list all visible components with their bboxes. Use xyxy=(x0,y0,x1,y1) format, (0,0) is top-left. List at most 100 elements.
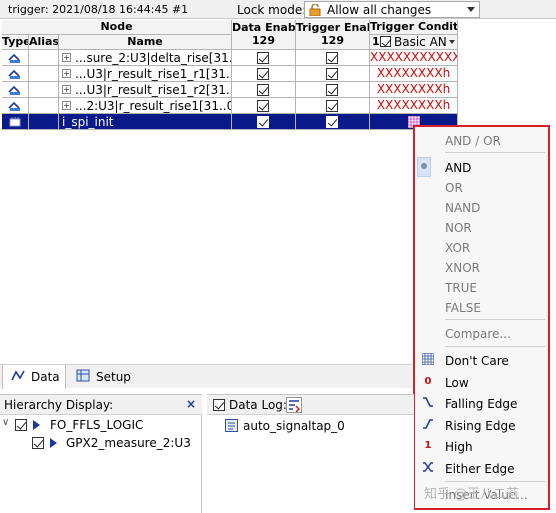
rising-edge-icon xyxy=(421,418,435,432)
close-icon[interactable]: × xyxy=(186,397,196,411)
trigger-enable-cell[interactable] xyxy=(296,50,370,66)
expand-icon[interactable]: + xyxy=(62,85,71,94)
entity-icon xyxy=(50,438,57,448)
table-row[interactable]: + ...sure_2:U3|delta_rise[31..0] xyxy=(59,50,232,66)
menu-item-nand[interactable]: NAND xyxy=(445,201,480,215)
node-name: ...U3|r_result_rise1_r1[31..0] xyxy=(75,67,232,81)
alias-cell[interactable] xyxy=(29,66,59,82)
log-settings-icon[interactable] xyxy=(286,397,302,413)
chevron-down-icon[interactable]: ∨ xyxy=(2,417,9,428)
trigger-enable-cell[interactable] xyxy=(296,66,370,82)
menu-item-falling-edge[interactable]: Falling Edge xyxy=(445,397,517,411)
trigger-mode-cell[interactable]: 1 Basic AN xyxy=(370,35,458,50)
trigger-condition-cell[interactable]: XXXXXXXXh xyxy=(370,82,458,98)
data-enable-checkbox[interactable] xyxy=(257,116,269,128)
node-name: ...U3|r_result_rise1_r2[31..0] xyxy=(75,83,232,97)
menu-item-nor[interactable]: NOR xyxy=(445,221,472,235)
menu-item-low[interactable]: Low xyxy=(445,376,469,390)
type-cell xyxy=(2,82,29,98)
data-enable-checkbox[interactable] xyxy=(257,52,269,64)
type-cell xyxy=(2,114,29,130)
trigger-enable-checkbox[interactable] xyxy=(326,116,338,128)
type-header[interactable]: Type xyxy=(2,35,29,50)
hierarchy-item-child[interactable]: GPX2_measure_2:U3 xyxy=(66,436,191,450)
table-row[interactable]: i_spi_init xyxy=(59,114,232,130)
expand-icon[interactable]: + xyxy=(62,69,71,78)
data-enable-cell[interactable] xyxy=(232,50,296,66)
hierarchy-checkbox-root[interactable] xyxy=(15,419,27,431)
tab-setup[interactable]: Setup xyxy=(70,365,136,389)
chevron-down-icon[interactable] xyxy=(449,40,455,44)
either-edge-icon xyxy=(421,461,435,475)
bus-icon xyxy=(8,69,20,79)
hierarchy-panel: Hierarchy Display: × ∨ FO_FFLS_LOGIC GPX… xyxy=(0,394,202,513)
trigger-enable-cell[interactable] xyxy=(296,98,370,114)
menu-item-or[interactable]: OR xyxy=(445,181,463,195)
hierarchy-item-root[interactable]: FO_FFLS_LOGIC xyxy=(50,418,143,432)
trigger-enable-checkbox[interactable] xyxy=(326,84,338,96)
alias-cell[interactable] xyxy=(29,114,59,130)
alias-header[interactable]: Alias xyxy=(29,35,59,50)
menu-item-xnor[interactable]: XNOR xyxy=(445,261,480,275)
alias-cell[interactable] xyxy=(29,98,59,114)
trigger-condition-cell[interactable]: XXXXXXXXh xyxy=(370,66,458,82)
menu-item-either-edge[interactable]: Either Edge xyxy=(445,462,515,476)
entity-icon xyxy=(33,420,40,430)
trigger-enable-cell[interactable] xyxy=(296,82,370,98)
table-row[interactable]: + ...U3|r_result_rise1_r1[31..0] xyxy=(59,66,232,82)
data-enable-checkbox[interactable] xyxy=(257,68,269,80)
data-enable-header[interactable]: Data Enable 129 xyxy=(232,20,296,50)
lock-mode-label: Lock mode: xyxy=(237,3,307,17)
input-pin-icon xyxy=(9,117,21,127)
alias-cell[interactable] xyxy=(29,82,59,98)
bus-icon xyxy=(8,53,20,63)
falling-edge-icon xyxy=(421,396,435,410)
hierarchy-checkbox-child[interactable] xyxy=(32,437,44,449)
low-icon: 0 xyxy=(424,376,432,387)
menu-item-false[interactable]: FALSE xyxy=(445,301,481,315)
trigger-enable-header[interactable]: Trigger Enable 129 xyxy=(296,20,370,50)
trigger-enable-checkbox[interactable] xyxy=(326,68,338,80)
trigger-enable-checkbox[interactable] xyxy=(326,100,338,112)
lock-mode-select[interactable]: Allow all changes xyxy=(304,1,480,18)
watermark: 知乎 @王八二苔 xyxy=(424,487,520,502)
data-enable-cell[interactable] xyxy=(232,98,296,114)
chevron-down-icon[interactable] xyxy=(467,7,475,12)
trigger-condition-cell[interactable]: XXXXXXXXh xyxy=(370,98,458,114)
trigger-conditions-header[interactable]: Trigger Conditions xyxy=(370,20,458,35)
lock-icon xyxy=(309,4,321,16)
menu-header-and-or: AND / OR xyxy=(445,134,501,148)
data-enable-cell[interactable] xyxy=(232,114,296,130)
radio-dot-icon xyxy=(421,163,427,169)
node-name: ...sure_2:U3|delta_rise[31..0] xyxy=(75,51,232,65)
basic-and-checkbox[interactable] xyxy=(380,36,391,47)
menu-item-xor[interactable]: XOR xyxy=(445,241,470,255)
tab-data[interactable]: Data xyxy=(2,365,66,389)
table-row[interactable]: + ...2:U3|r_result_rise1[31..0] xyxy=(59,98,232,114)
data-enable-cell[interactable] xyxy=(232,82,296,98)
trigger-condition-menu: AND / OR AND OR NAND NOR XOR XNOR TRUE FALSE Co… xyxy=(413,125,550,510)
expand-icon[interactable]: + xyxy=(62,53,71,62)
menu-item-rising-edge[interactable]: Rising Edge xyxy=(445,419,516,433)
trigger-condition-cell[interactable]: XXXXXXXXXXX xyxy=(370,50,458,66)
menu-item-compare[interactable]: Compare... xyxy=(445,327,511,341)
data-log-header: Data Log: xyxy=(207,395,414,415)
name-header[interactable]: Name xyxy=(59,35,232,50)
alias-cell[interactable] xyxy=(29,50,59,66)
data-enable-checkbox[interactable] xyxy=(257,84,269,96)
node-name: ...2:U3|r_result_rise1[31..0] xyxy=(75,99,232,113)
trigger-enable-checkbox[interactable] xyxy=(326,52,338,64)
data-enable-cell[interactable] xyxy=(232,66,296,82)
node-group-header: Node xyxy=(2,20,232,35)
menu-item-true[interactable]: TRUE xyxy=(445,281,477,295)
trigger-enable-cell[interactable] xyxy=(296,114,370,130)
condition-value: XXXXXXXXh xyxy=(376,98,451,112)
log-item[interactable]: auto_signaltap_0 xyxy=(243,419,345,433)
table-row[interactable]: + ...U3|r_result_rise1_r2[31..0] xyxy=(59,82,232,98)
menu-item-dont-care[interactable]: Don't Care xyxy=(445,354,509,368)
data-log-checkbox[interactable] xyxy=(213,399,225,411)
menu-item-high[interactable]: High xyxy=(445,440,473,454)
menu-item-and[interactable]: AND xyxy=(445,161,471,175)
expand-icon[interactable]: + xyxy=(62,101,71,110)
data-enable-checkbox[interactable] xyxy=(257,100,269,112)
